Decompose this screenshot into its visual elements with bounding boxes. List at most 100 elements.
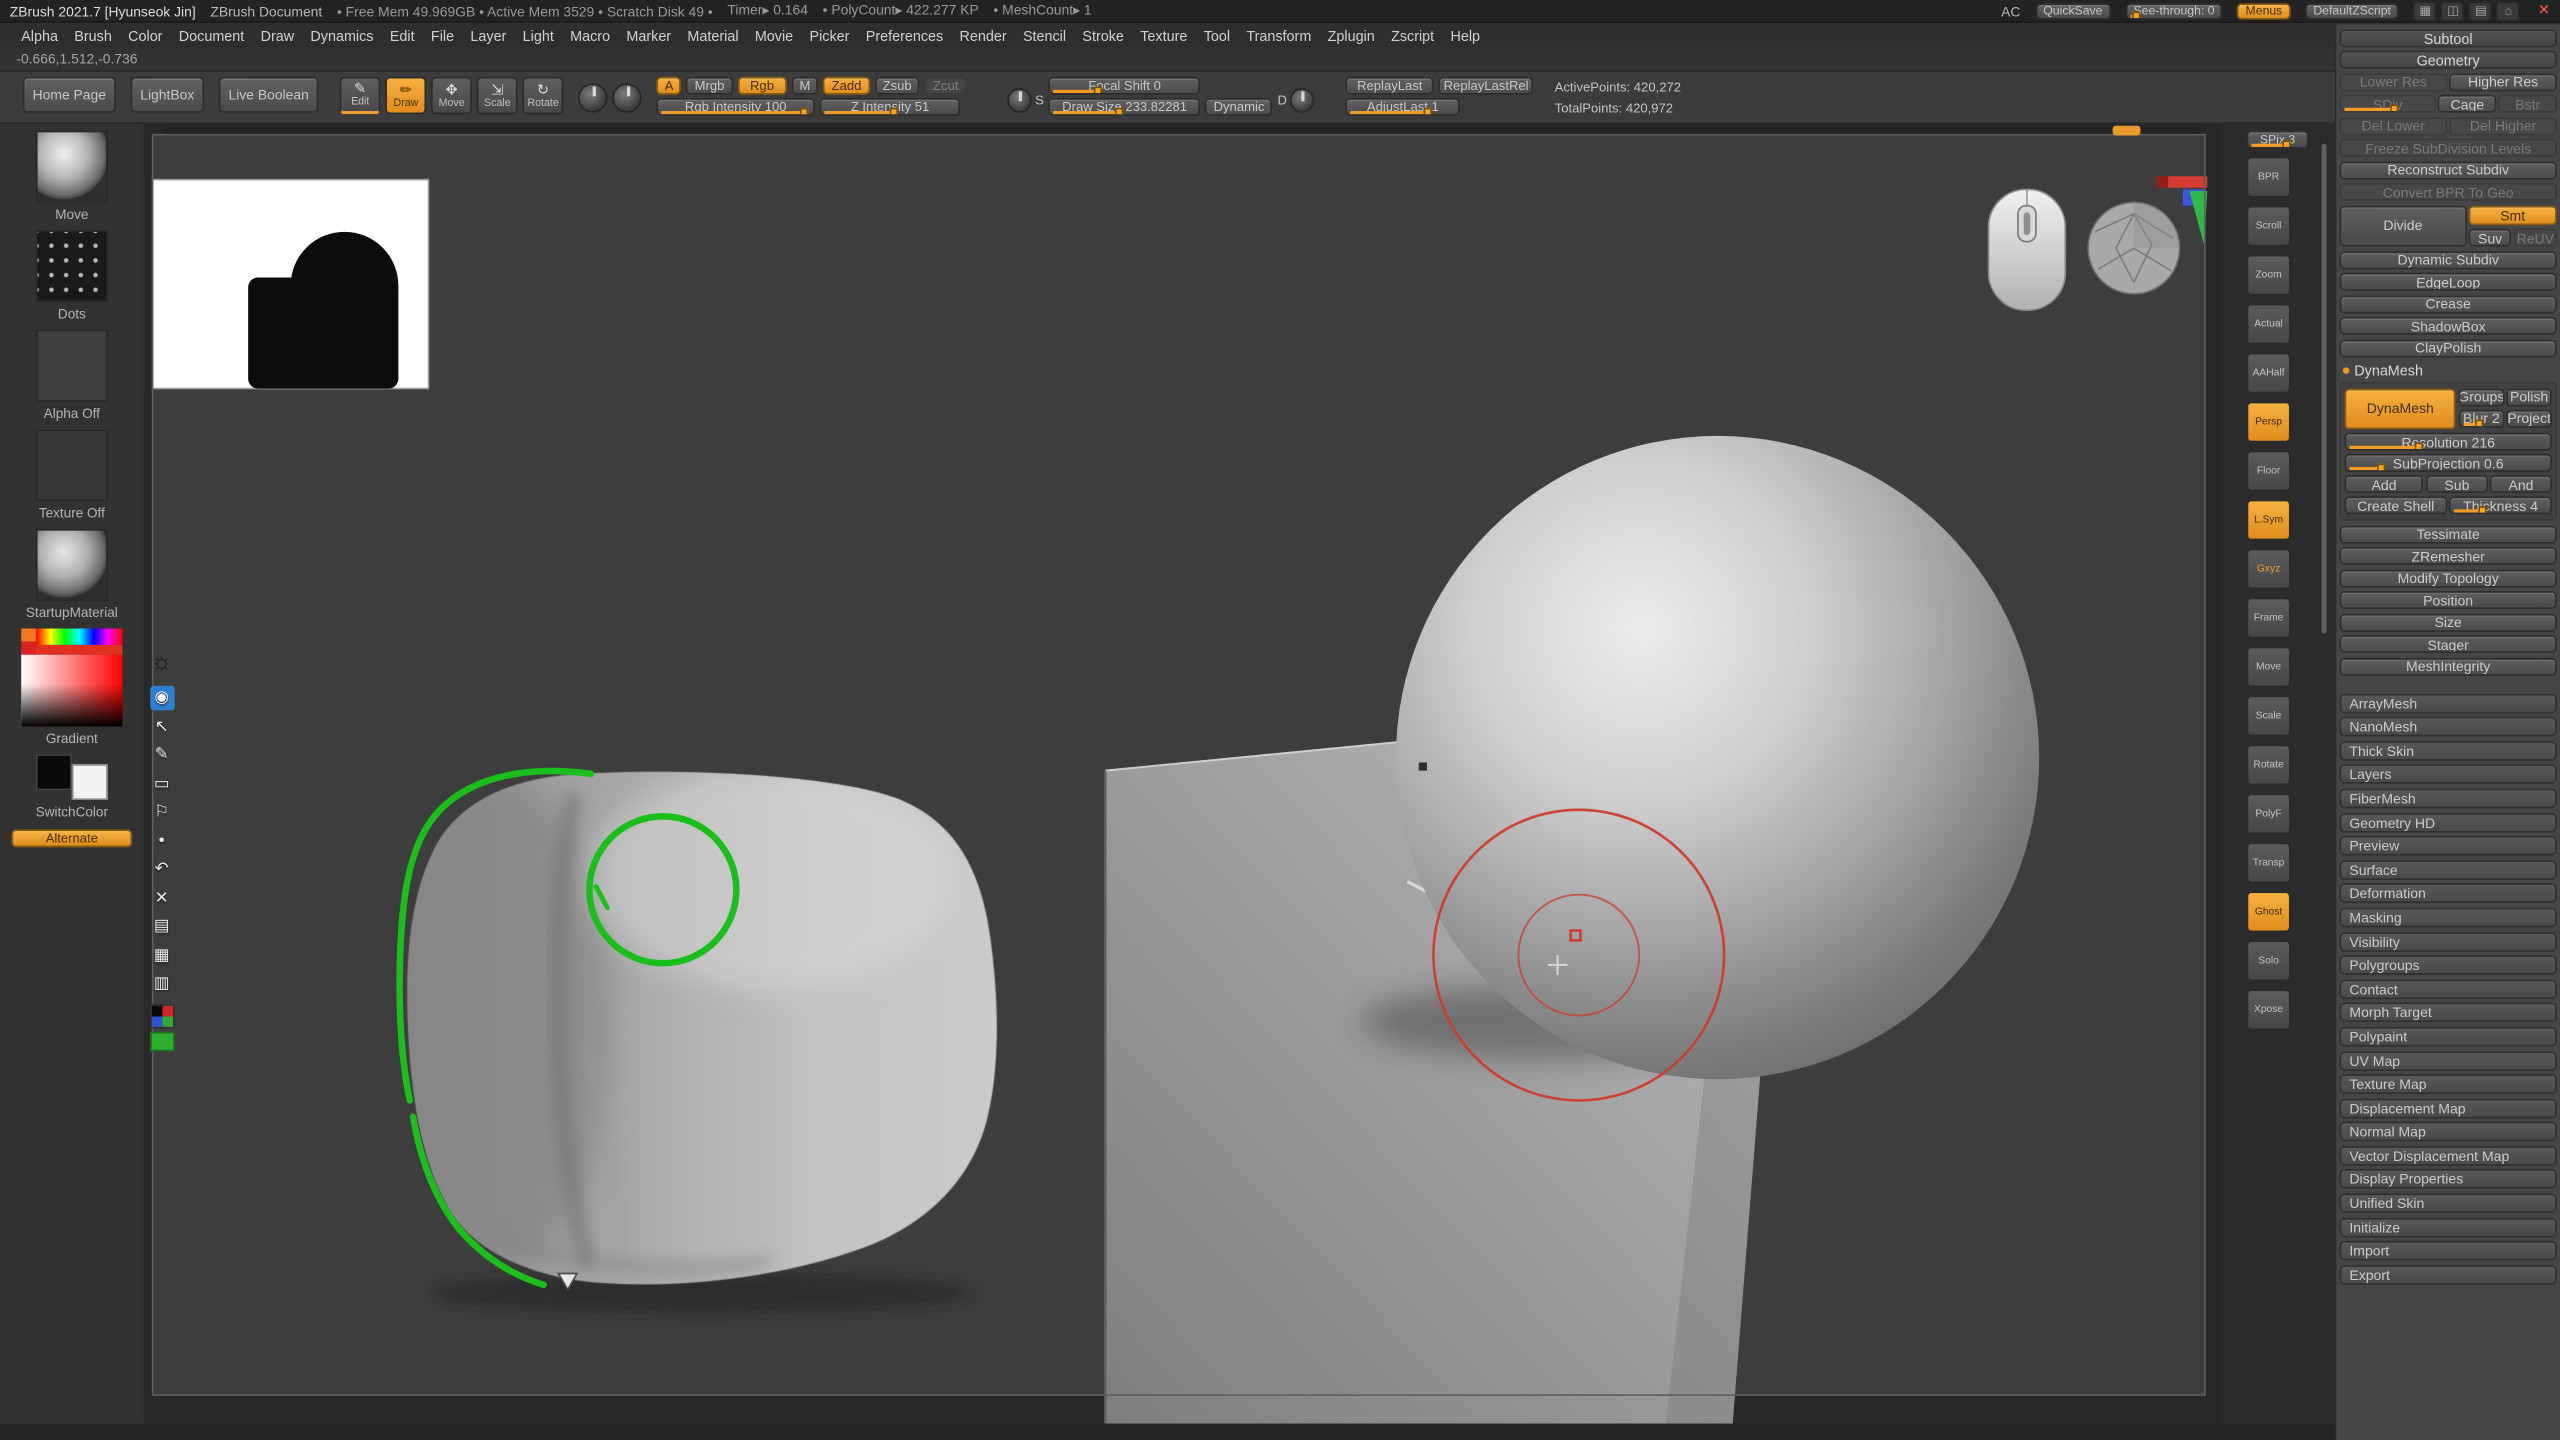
tool-section-button[interactable]: Display Properties — [2340, 1170, 2557, 1190]
brush-modifier-knob[interactable] — [578, 83, 607, 112]
see-through-slider[interactable]: See-through: 0 — [2125, 2, 2222, 18]
smt-toggle[interactable]: Smt — [2469, 205, 2557, 225]
sdiv-slider[interactable]: SDiv — [2340, 95, 2436, 113]
and-toggle[interactable]: And — [2490, 475, 2552, 493]
tool-section-button[interactable]: Import — [2340, 1241, 2557, 1261]
thickness-slider[interactable]: Thickness 4 — [2449, 496, 2551, 514]
resolution-slider[interactable]: Resolution 216 — [2344, 433, 2551, 451]
edit-button[interactable]: ✎ Edit — [340, 77, 381, 115]
tool-section-button[interactable]: ArrayMesh — [2340, 693, 2557, 713]
tool-section-button[interactable]: Visibility — [2340, 931, 2557, 951]
image-icon[interactable]: ▦ — [149, 943, 173, 967]
left-tray-item[interactable]: Texture Off — [0, 429, 144, 520]
menu-item[interactable]: Stroke — [1077, 27, 1128, 43]
tool-section-button[interactable]: Displacement Map — [2340, 1098, 2557, 1118]
subprojection-slider[interactable]: SubProjection 0.6 — [2344, 454, 2551, 472]
panel-scrollbar[interactable] — [2322, 144, 2327, 634]
reuv-button[interactable]: ReUV — [2514, 229, 2557, 247]
menu-item[interactable]: Alpha — [16, 27, 63, 43]
shelf-icon-button[interactable]: Scale — [2247, 696, 2291, 737]
tool-section-button[interactable]: Morph Target — [2340, 1003, 2557, 1023]
menu-item[interactable]: Texture — [1135, 27, 1192, 43]
shelf-icon-button[interactable]: Frame — [2247, 598, 2291, 639]
select-cursor-icon[interactable]: ↖ — [149, 714, 173, 738]
move-button[interactable]: ✥ Move — [431, 77, 472, 115]
bstr-button[interactable]: Bstr — [2499, 95, 2557, 113]
menu-item[interactable]: Draw — [256, 27, 299, 43]
tool-section-button[interactable]: Contact — [2340, 979, 2557, 999]
tool-section-button[interactable]: Polygroups — [2340, 955, 2557, 975]
hue-strip[interactable] — [36, 629, 123, 645]
channel-a-toggle[interactable]: A — [657, 77, 682, 95]
reconstruct-subdiv-button[interactable]: Reconstruct Subdiv — [2340, 161, 2557, 179]
menu-item[interactable]: Movie — [750, 27, 798, 43]
shelf-icon-button[interactable]: Actual — [2247, 304, 2291, 345]
scale-button[interactable]: ⇲ Scale — [477, 77, 518, 115]
monitor-icon[interactable]: ◫ — [2442, 1, 2465, 21]
spix-slider[interactable]: SPix 3 — [2247, 131, 2309, 149]
sub-toggle[interactable]: Sub — [2426, 475, 2488, 493]
adjust-last-slider[interactable]: AdjustLast 1 — [1346, 98, 1460, 116]
secondary-color-swatch[interactable] — [72, 764, 108, 800]
printer-icon[interactable]: ▤ — [149, 914, 173, 938]
pencil-icon[interactable]: ✎ — [149, 743, 173, 767]
menu-item[interactable]: Transform — [1241, 27, 1316, 43]
saturation-value-square[interactable] — [21, 655, 122, 727]
tool-section-button[interactable]: Normal Map — [2340, 1122, 2557, 1142]
menu-item[interactable]: Macro — [565, 27, 615, 43]
tool-section-button[interactable]: Geometry HD — [2340, 812, 2557, 832]
tool-section-button[interactable]: NanoMesh — [2340, 717, 2557, 737]
live-boolean-button[interactable]: Live Boolean — [219, 77, 319, 113]
menu-item[interactable]: Dynamics — [306, 27, 379, 43]
geometry-button[interactable]: ZRemesher — [2340, 547, 2557, 565]
menu-item[interactable]: Help — [1446, 27, 1485, 43]
panel-rows-icon[interactable]: ▤ — [2469, 1, 2492, 21]
shelf-icon-button[interactable]: Solo — [2247, 940, 2291, 981]
blur-slider[interactable]: Blur 2 — [2459, 409, 2504, 427]
menu-item[interactable]: Zscript — [1386, 27, 1439, 43]
close-icon[interactable]: ✕ — [2538, 2, 2550, 20]
clipboard-icon[interactable]: ▥ — [149, 971, 173, 995]
tool-section-button[interactable]: UV Map — [2340, 1051, 2557, 1071]
switch-color[interactable]: SwitchColor — [0, 754, 144, 819]
tool-section-button[interactable]: Vector Displacement Map — [2340, 1146, 2557, 1166]
tool-section-button[interactable]: Export — [2340, 1265, 2557, 1285]
zsub-toggle[interactable]: Zsub — [874, 77, 919, 95]
shelf-icon-button[interactable]: Zoom — [2247, 255, 2291, 296]
lightbox-button[interactable]: LightBox — [130, 77, 204, 113]
menu-item[interactable]: Light — [518, 27, 559, 43]
dynamic-toggle[interactable]: Dynamic — [1205, 98, 1272, 116]
rgb-intensity-slider[interactable]: Rgb Intensity 100 — [657, 98, 815, 116]
rotate-button[interactable]: ↻ Rotate — [523, 77, 564, 115]
geometry-button[interactable]: ClayPolish — [2340, 339, 2557, 357]
geometry-button[interactable]: Tessimate — [2340, 525, 2557, 543]
menu-item[interactable]: File — [426, 27, 459, 43]
quicksave-button[interactable]: QuickSave — [2035, 2, 2111, 18]
visibility-eye-icon[interactable]: ◉ — [149, 686, 173, 710]
dynamesh-button[interactable]: DynaMesh — [2344, 388, 2456, 430]
shelf-icon-button[interactable]: Transp — [2247, 842, 2291, 883]
menu-item[interactable]: Stencil — [1018, 27, 1071, 43]
menu-item[interactable]: Preferences — [861, 27, 948, 43]
shelf-icon-button[interactable]: PolyF — [2247, 793, 2291, 834]
shelf-icon-button[interactable]: Xpose — [2247, 989, 2291, 1030]
geometry-button[interactable]: Position — [2340, 591, 2557, 609]
layout-grid-icon[interactable]: ▦ — [2414, 1, 2437, 21]
replay-last-rel-button[interactable]: ReplayLastRel — [1439, 77, 1534, 95]
subtool-section-header[interactable]: Subtool — [2340, 29, 2557, 47]
brush-modifier-knob[interactable] — [612, 83, 641, 112]
delete-icon[interactable]: ✕ — [149, 886, 173, 910]
rgb-toggle[interactable]: Rgb — [737, 77, 786, 95]
tool-section-button[interactable]: Unified Skin — [2340, 1194, 2557, 1214]
multi-color-swatch[interactable] — [149, 1003, 173, 1027]
shelf-icon-button[interactable]: Rotate — [2247, 744, 2291, 785]
menus-toggle[interactable]: Menus — [2237, 2, 2290, 18]
left-tray-item[interactable]: Move — [0, 131, 144, 222]
shelf-icon-button[interactable]: Move — [2247, 647, 2291, 688]
z-intensity-slider[interactable]: Z Intensity 51 — [820, 98, 960, 116]
mrgb-toggle[interactable]: Mrgb — [687, 77, 733, 95]
dot-icon[interactable]: • — [149, 829, 173, 853]
geometry-button[interactable]: Dynamic Subdiv — [2340, 251, 2557, 269]
geometry-button[interactable]: MeshIntegrity — [2340, 657, 2557, 675]
undo-icon[interactable]: ↶ — [149, 857, 173, 881]
